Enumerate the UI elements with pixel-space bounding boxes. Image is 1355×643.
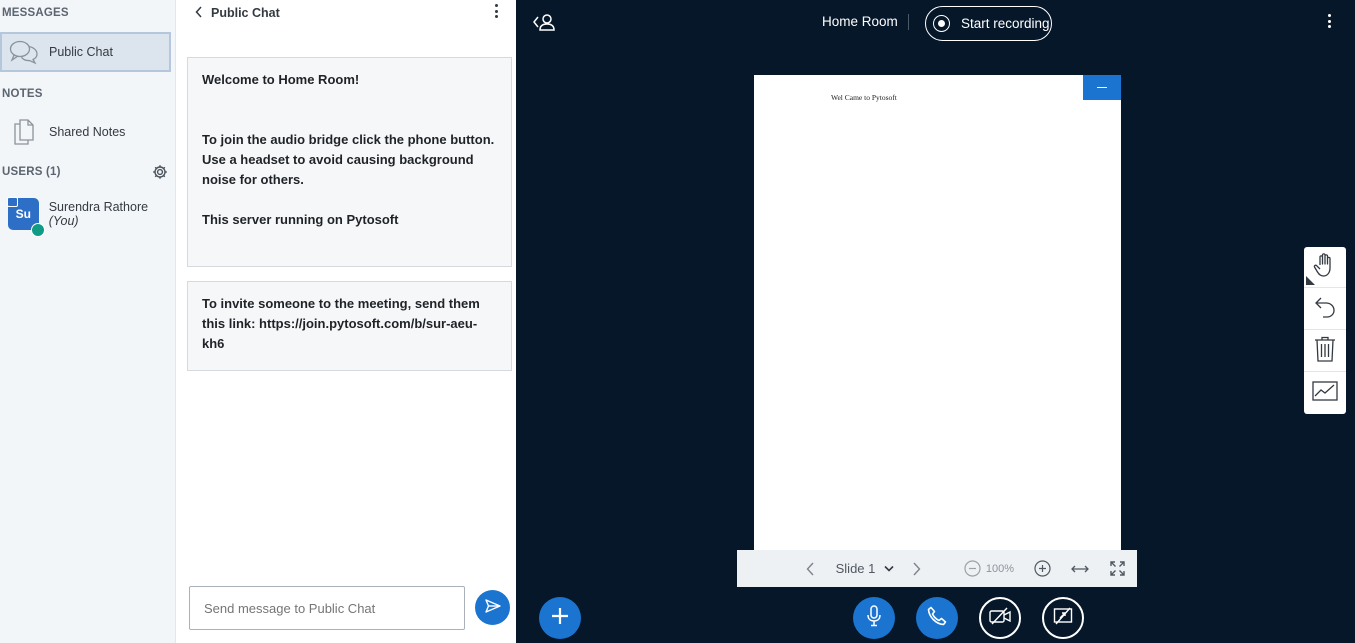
- minimize-presentation-button[interactable]: [1083, 75, 1121, 100]
- screenshare-off-icon: [1053, 607, 1073, 630]
- public-chat-label: Public Chat: [49, 45, 113, 59]
- slide-select[interactable]: Slide 1: [831, 550, 899, 587]
- audio-button[interactable]: [916, 597, 958, 639]
- chat-options-icon[interactable]: [492, 4, 500, 22]
- zoom-in-icon[interactable]: [1032, 550, 1052, 587]
- hand-tool[interactable]: [1304, 247, 1346, 288]
- start-recording-button[interactable]: Start recording: [925, 6, 1052, 41]
- record-label: Start recording: [961, 16, 1050, 31]
- trash-icon: [1314, 336, 1336, 367]
- chat-panel: Public Chat Welcome to Home Room! To joi…: [176, 0, 516, 643]
- presenter-badge-icon: [7, 197, 18, 207]
- app-window: MESSAGES Public Chat NOTES Shared Notes …: [0, 0, 1355, 643]
- screenshare-button[interactable]: [1042, 597, 1084, 639]
- header-divider: [908, 14, 909, 30]
- user-name: Surendra Rathore (You): [49, 200, 176, 228]
- chart-icon: [1312, 381, 1338, 406]
- users-toggle-icon[interactable]: [532, 12, 556, 34]
- camera-off-icon: [989, 607, 1011, 630]
- camera-button[interactable]: [979, 597, 1021, 639]
- record-icon: [933, 15, 950, 32]
- zoom-level: 100%: [985, 562, 1015, 575]
- previous-slide-icon[interactable]: [800, 550, 820, 587]
- fit-width-icon[interactable]: [1070, 550, 1090, 587]
- messages-section-title: MESSAGES: [2, 7, 69, 19]
- chevron-down-icon: [884, 565, 894, 572]
- invite-text: To invite someone to the meeting, send t…: [202, 296, 480, 351]
- phone-icon: [927, 606, 947, 631]
- whiteboard-toolbar: [1304, 247, 1346, 414]
- chat-bubbles-icon: [4, 32, 44, 72]
- tool-corner-indicator: [1306, 276, 1315, 285]
- user-row[interactable]: Su Surendra Rathore (You): [0, 194, 176, 237]
- chat-header: Public Chat: [176, 0, 516, 28]
- welcome-line: This server running on Pytosoft: [202, 212, 399, 227]
- hand-icon: [1313, 252, 1337, 283]
- undo-tool[interactable]: [1304, 289, 1346, 330]
- presentation-stage: Home Room Start recording Wel Came to Py…: [516, 0, 1355, 643]
- clear-tool[interactable]: [1304, 331, 1346, 372]
- fullscreen-icon[interactable]: [1107, 550, 1127, 587]
- public-chat-item[interactable]: Public Chat: [0, 32, 171, 72]
- users-section-title: USERS (1): [2, 166, 61, 178]
- send-icon: [484, 599, 501, 616]
- invite-message: To invite someone to the meeting, send t…: [187, 281, 512, 371]
- gear-icon[interactable]: [152, 164, 168, 180]
- shared-notes-label: Shared Notes: [49, 125, 126, 139]
- actions-button[interactable]: [539, 597, 581, 639]
- chat-message-input[interactable]: [189, 586, 465, 630]
- user-list-panel: MESSAGES Public Chat NOTES Shared Notes …: [0, 0, 176, 643]
- room-title: Home Room: [822, 14, 898, 29]
- minus-icon: [1097, 86, 1107, 89]
- plus-icon: [550, 606, 570, 631]
- welcome-line: Welcome to Home Room!: [202, 72, 360, 87]
- send-button[interactable]: [475, 590, 510, 625]
- avatar-initials: Su: [15, 207, 32, 221]
- undo-icon: [1314, 296, 1336, 323]
- presentation-toolbar: Slide 1 100%: [737, 550, 1137, 587]
- zoom-out-icon[interactable]: [962, 550, 982, 587]
- presentation-slide[interactable]: Wel Came to Pytosoft: [754, 75, 1121, 550]
- slide-label: Slide 1: [835, 561, 876, 576]
- user-you-label: (You): [48, 214, 79, 228]
- slide-text: Wel Came to Pytosoft: [831, 93, 897, 102]
- avatar: Su: [7, 197, 45, 237]
- welcome-message: Welcome to Home Room! To join the audio …: [187, 57, 512, 267]
- user-name-text: Surendra Rathore: [48, 200, 149, 214]
- chevron-left-icon[interactable]: [195, 6, 203, 21]
- notes-icon: [4, 112, 44, 152]
- microphone-button[interactable]: [853, 597, 895, 639]
- next-slide-icon[interactable]: [907, 550, 927, 587]
- stage-options-icon[interactable]: [1325, 14, 1333, 32]
- chat-title[interactable]: Public Chat: [211, 6, 280, 20]
- microphone-status-icon: [30, 223, 45, 237]
- microphone-icon: [866, 604, 882, 632]
- shared-notes-item[interactable]: Shared Notes: [2, 112, 173, 152]
- welcome-line: To join the audio bridge click the phone…: [202, 132, 495, 187]
- notes-section-title: NOTES: [2, 88, 43, 100]
- multi-user-tool[interactable]: [1304, 373, 1346, 414]
